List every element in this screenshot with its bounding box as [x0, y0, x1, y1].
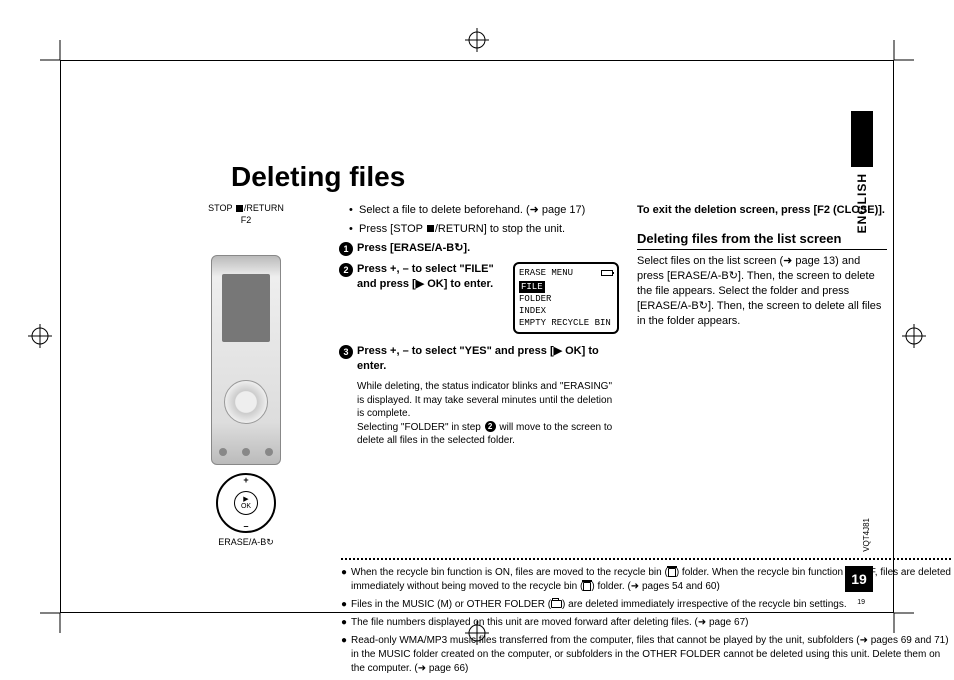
list-screen-body: Select files on the list screen (➜ page … [637, 254, 887, 328]
label-stop-return: STOP /RETURN [171, 203, 321, 213]
trash-icon [668, 568, 676, 577]
device-column: STOP /RETURN F2 + ▶OK – ERASE/A-B↻ [171, 203, 321, 548]
device-illustration [211, 255, 281, 465]
note-1: When the recycle bin function is ON, fil… [351, 566, 951, 594]
right-column: To exit the deletion screen, press [F2 (… [637, 203, 887, 548]
step-3-explain-b: Selecting "FOLDER" in step 2 will move t… [339, 421, 619, 448]
control-pad: + ▶OK – [216, 473, 276, 533]
note-4: Read-only WMA/MP3 music files transferre… [351, 634, 951, 676]
label-erase-ab: ERASE/A-B↻ [171, 537, 321, 548]
page-title: Deleting files [231, 161, 951, 193]
battery-icon [601, 270, 613, 276]
erase-menu-screen: ERASE MENU FILE FOLDER INDEX EMPTY RECYC… [513, 262, 619, 335]
step-2: 2 ERASE MENU FILE FOLDER INDEX EMPTY REC… [339, 262, 619, 339]
step-3-explain-a: While deleting, the status indicator bli… [339, 380, 619, 421]
dotted-separator [341, 558, 951, 560]
page-frame: ENGLISH VQT4J81 19 19 Deleting files STO… [60, 60, 894, 613]
step-3: 3 Press +, – to select "YES" and press [… [339, 344, 619, 374]
stop-square-icon [427, 225, 434, 232]
exit-instruction: To exit the deletion screen, press [F2 (… [637, 203, 887, 218]
instructions-column: Select a file to delete beforehand. (➜ p… [339, 203, 619, 548]
device-wheel [224, 380, 268, 424]
label-f2: F2 [171, 215, 321, 225]
note-2: Files in the MUSIC (M) or OTHER FOLDER (… [351, 598, 847, 612]
stop-square-icon [236, 205, 243, 212]
subheading-list-screen: Deleting files from the list screen [637, 230, 887, 251]
folder-icon [551, 600, 562, 608]
intro-bullet-1: Select a file to delete beforehand. (➜ p… [349, 203, 619, 218]
step-1: 1 Press [ERASE/A-B↻]. [339, 241, 619, 256]
trash-icon [583, 582, 591, 591]
notes-section: ● When the recycle bin function is ON, f… [341, 566, 951, 676]
intro-bullet-2: Press [STOP /RETURN] to stop the unit. [349, 222, 619, 237]
note-3: The file numbers displayed on this unit … [351, 616, 748, 630]
side-black-tab [851, 111, 873, 167]
device-screen [222, 274, 270, 342]
